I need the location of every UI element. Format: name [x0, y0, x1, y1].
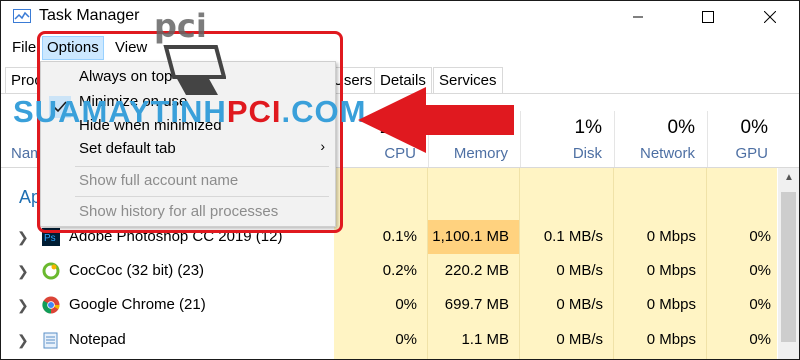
- svg-text:Ps: Ps: [44, 233, 56, 244]
- watermark-text: SUAMAYTINHPCI.COM: [13, 94, 366, 130]
- memory-value: 1,100.1 MB: [428, 220, 519, 254]
- watermark-brand: SUAMAYTINH: [13, 94, 227, 129]
- disk-label: Disk: [572, 145, 602, 162]
- gpu-value: 0%: [749, 331, 771, 348]
- minimize-icon: [633, 16, 643, 18]
- disk-value: 0 MB/s: [556, 296, 603, 313]
- chevron-right-icon[interactable]: ❯: [17, 332, 29, 349]
- minimize-button[interactable]: [615, 1, 661, 33]
- watermark-brand-accent: PCI: [226, 94, 282, 129]
- title-bar: Task Manager: [1, 1, 799, 33]
- gpu-value: 0%: [749, 262, 771, 279]
- column-disk-header[interactable]: 1% Disk: [520, 111, 614, 167]
- network-value: 0 Mbps: [646, 228, 696, 245]
- network-value: 0 Mbps: [646, 296, 696, 313]
- memory-value: 699.7 MB: [444, 296, 509, 313]
- gpu-label: GPU: [735, 145, 768, 162]
- disk-value: 0 MB/s: [556, 262, 603, 279]
- vertical-scrollbar[interactable]: ▲: [778, 168, 799, 359]
- table-row[interactable]: ❯ CocCoc (32 bit) (23) 0.2% 220.2 MB 0 M…: [1, 254, 781, 288]
- network-label: Network: [639, 145, 695, 162]
- close-button[interactable]: [747, 1, 793, 33]
- memory-value: 1.1 MB: [461, 331, 509, 348]
- column-network-header[interactable]: 0% Network: [614, 111, 707, 167]
- network-value: 0 Mbps: [646, 262, 696, 279]
- scroll-up-icon[interactable]: ▲: [784, 172, 794, 183]
- memory-value: 220.2 MB: [444, 262, 509, 279]
- maximize-icon: [702, 11, 714, 23]
- menu-file[interactable]: File: [8, 36, 40, 60]
- table-row[interactable]: ❯ Notepad 0% 1.1 MB 0 MB/s 0 Mbps 0%: [1, 323, 781, 357]
- cpu-value: 0.1%: [382, 228, 417, 245]
- cpu-value: 0.2%: [382, 262, 417, 279]
- chevron-right-icon[interactable]: ❯: [17, 263, 29, 280]
- disk-total: 1%: [574, 117, 602, 138]
- pci-logo: pci: [154, 7, 226, 95]
- scroll-thumb[interactable]: [781, 192, 796, 342]
- column-gpu-header[interactable]: 0% GPU: [707, 111, 780, 167]
- network-value: 0 Mbps: [646, 331, 696, 348]
- disk-value: 0.1 MB/s: [543, 228, 603, 245]
- gpu-value: 0%: [749, 228, 771, 245]
- cpu-value: 0%: [395, 331, 417, 348]
- chevron-right-icon[interactable]: ❯: [17, 297, 29, 314]
- process-name: Notepad: [69, 331, 126, 348]
- process-name: CocCoc (32 bit) (23): [69, 262, 205, 279]
- red-arrow-icon: [358, 87, 514, 153]
- coccoc-icon: [42, 262, 60, 280]
- gpu-total: 0%: [740, 117, 768, 138]
- maximize-button[interactable]: [685, 1, 731, 33]
- chrome-icon: [42, 296, 60, 314]
- chevron-right-icon[interactable]: ❯: [17, 229, 29, 246]
- window-title: Task Manager: [39, 7, 140, 24]
- disk-value: 0 MB/s: [556, 331, 603, 348]
- cpu-value: 0%: [395, 296, 417, 313]
- task-manager-window: Task Manager File Options View Proc User…: [0, 0, 800, 360]
- network-total: 0%: [667, 117, 695, 138]
- notepad-icon: [43, 332, 58, 349]
- table-row[interactable]: ❯ Google Chrome (21) 0% 699.7 MB 0 MB/s …: [1, 288, 781, 322]
- task-manager-icon: [13, 9, 31, 23]
- process-name: Google Chrome (21): [69, 296, 206, 313]
- watermark-suffix: .COM: [281, 94, 367, 129]
- gpu-value: 0%: [749, 296, 771, 313]
- close-icon: [764, 11, 776, 23]
- pci-logo-text: pci: [154, 7, 207, 45]
